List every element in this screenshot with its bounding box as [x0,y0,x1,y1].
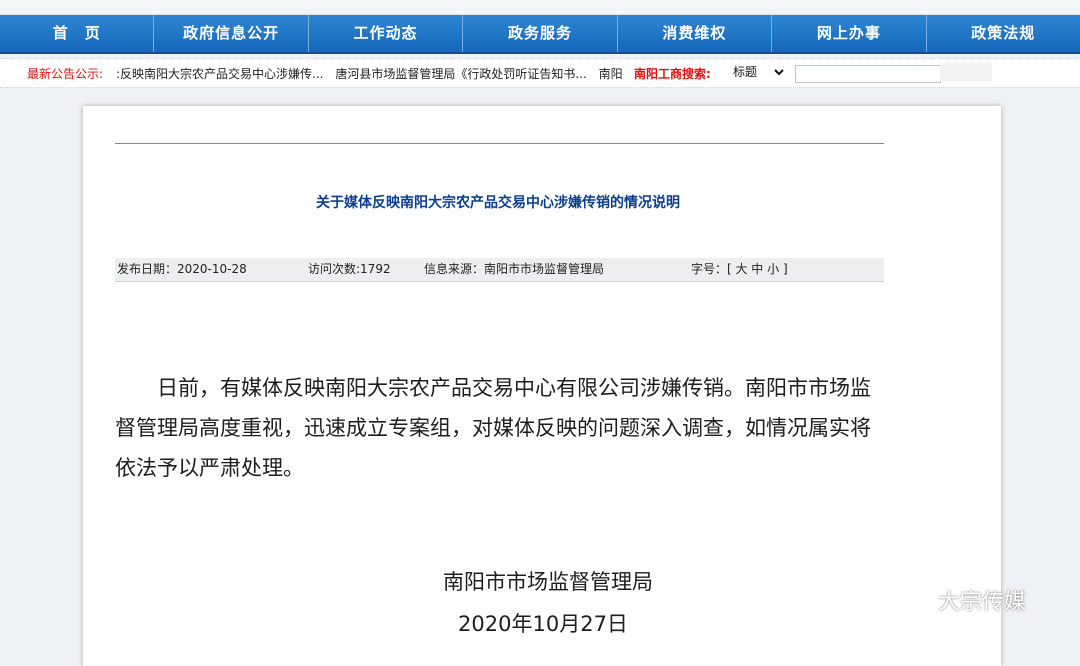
article-body-text: 日前，有媒体反映南阳大宗农产品交易中心有限公司涉嫌传销。南阳市市场监督管理局高度… [115,376,871,480]
main-navigation: 首 页 政府信息公开 工作动态 政务服务 消费维权 网上办事 政策法规 [0,15,1080,54]
article-signature: 南阳市市场监督管理局 [443,570,653,594]
article-title: 关于媒体反映南阳大宗农产品交易中心涉嫌传销的情况说明 [316,195,680,211]
divider [115,143,884,144]
top-strip [0,0,1080,15]
search-label: 南阳工商搜索: [634,67,711,81]
notice-link[interactable]: 南阳 [599,67,623,81]
nav-work-news[interactable]: 工作动态 [309,15,464,52]
notice-bar: 最新公告公示: :反映南阳大宗农产品交易中心涉嫌传... 唐河县市场监督管理局《… [0,58,1080,88]
visit-count: 访问次数:1792 [308,262,391,276]
nav-government-services[interactable]: 政务服务 [463,15,618,52]
notice-ticker: :反映南阳大宗农产品交易中心涉嫌传... 唐河县市场监督管理局《行政处罚听证告知… [116,65,630,81]
article-meta-bar: 发布日期：2020-10-28 访问次数:1792 信息来源：南阳市市场监督管理… [115,258,884,282]
watermark: 大宗传媒 [902,582,1052,616]
search-button-area[interactable] [940,63,992,81]
article-card: 关于媒体反映南阳大宗农产品交易中心涉嫌传销的情况说明 发布日期：2020-10-… [83,106,1001,666]
search-input[interactable] [795,65,941,83]
nav-policies-regulations[interactable]: 政策法规 [927,15,1080,52]
font-size-controls[interactable]: 字号：[ 大 中 小 ] [691,258,788,281]
article-date: 2020年10月27日 [458,612,628,636]
nav-consumer-rights[interactable]: 消费维权 [618,15,773,52]
nav-government-info[interactable]: 政府信息公开 [154,15,309,52]
notice-label: 最新公告公示: [27,67,104,81]
wechat-icon [905,586,937,610]
notice-link[interactable]: 唐河县市场监督管理局《行政处罚听证告知书... [335,67,586,81]
publish-date: 发布日期：2020-10-28 [117,262,247,276]
search-type-select[interactable]: 标题 [729,62,787,82]
info-source: 信息来源：南阳市市场监督管理局 [424,262,605,276]
article-body: 日前，有媒体反映南阳大宗农产品交易中心有限公司涉嫌传销。南阳市市场监督管理局高度… [115,368,885,488]
nav-home[interactable]: 首 页 [0,15,155,52]
notice-link[interactable]: :反映南阳大宗农产品交易中心涉嫌传... [116,67,324,81]
nav-online-services[interactable]: 网上办事 [772,15,927,52]
watermark-text: 大宗传媒 [938,590,1027,615]
